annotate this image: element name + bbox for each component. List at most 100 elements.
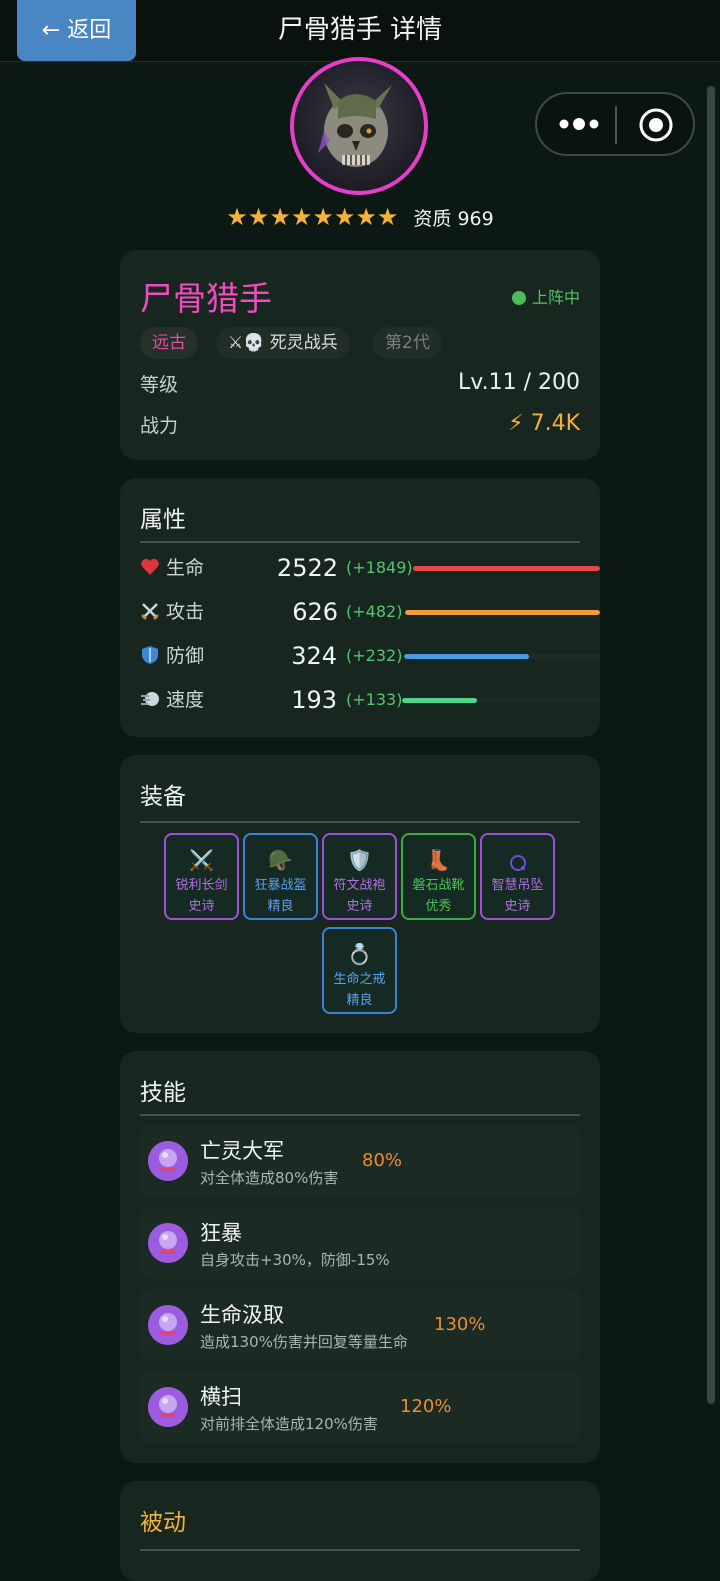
equip-slot-pendant[interactable]: 智慧吊坠 史诗 [480, 833, 555, 920]
attributes-title: 属性 [140, 507, 186, 533]
equip-rarity: 史诗 [346, 899, 373, 914]
attr-name: 防御 [166, 645, 205, 667]
attributes-card: 属性 生命 2522 (+1849) 攻击 626 (+482) 防御 324 … [120, 478, 600, 737]
equip-slot-ring[interactable]: 💍 生命之戒 精良 [322, 927, 397, 1014]
attr-name: 速度 [166, 689, 205, 711]
level-value: Lv.11 / 200 [458, 370, 580, 395]
skill-name: 狂暴 [200, 1221, 242, 1245]
equip-rarity: 精良 [267, 899, 294, 914]
more-icon[interactable] [555, 109, 605, 139]
attr-bonus: (+482) [346, 602, 403, 621]
crystal-ball-icon [148, 1305, 188, 1345]
status-dot [511, 291, 526, 305]
equip-name: 磐石战靴 [412, 878, 465, 893]
skill-item[interactable]: 亡灵大军 对全体造成80%伤害 80% [140, 1125, 580, 1197]
equip-slot-helmet[interactable]: 🪖 狂暴战盔 精良 [243, 833, 318, 920]
attr-bar-fill [405, 610, 600, 615]
capsule-menu [535, 92, 695, 156]
skill-pct: 80% [362, 1150, 403, 1171]
equip-rarity: 史诗 [188, 899, 215, 914]
helmet-icon: 🪖 [268, 848, 293, 872]
skills-title: 技能 [140, 1080, 186, 1106]
skill-item[interactable]: 横扫 对前排全体造成120%伤害 120% [140, 1371, 580, 1443]
hero-avatar [290, 57, 428, 195]
equip-slot-boots[interactable]: 👢 磐石战靴 优秀 [401, 833, 476, 920]
status-text: 上阵中 [531, 288, 580, 307]
attr-row-hp: 生命 2522 (+1849) [140, 553, 600, 583]
level-label: 等级 [140, 374, 179, 396]
crossed-swords-icon [141, 603, 159, 620]
tag-era: 远古 [140, 327, 198, 359]
passive-title: 被动 [140, 1510, 186, 1536]
top-bar: ← 返回 尸骨猎手 详情 [0, 0, 720, 62]
equip-name: 生命之戒 [333, 972, 386, 987]
attr-row-atk: 攻击 626 (+482) [140, 597, 600, 627]
crystal-ball-icon [148, 1223, 188, 1263]
attr-bar-fill [413, 566, 600, 571]
equipment-card: 装备 ⚔️ 锐利长剑 史诗 🪖 狂暴战盔 精良 🛡️ 符文战袍 史诗 👢 磐石战… [120, 755, 600, 1033]
equipment-divider [140, 821, 580, 823]
stars-aptitude-row: ★★★★★★★★ 资质 969 [0, 200, 720, 234]
equip-rarity: 精良 [346, 993, 373, 1008]
passive-card: 被动 [120, 1481, 600, 1581]
star-rating: ★★★★★★★★ [226, 203, 399, 231]
attr-bonus: (+133) [346, 690, 403, 709]
equipment-title: 装备 [140, 784, 186, 810]
attr-value: 324 [291, 642, 337, 670]
skull-icon [318, 83, 392, 167]
power-value: ⚡ 7.4K [508, 411, 580, 436]
equip-rarity: 史诗 [504, 899, 531, 914]
sword-icon: ⚔️ [189, 848, 214, 872]
equip-name: 符文战袍 [333, 878, 386, 893]
tag-generation: 第2代 [373, 327, 442, 359]
skill-desc: 对全体造成80%伤害 [200, 1169, 339, 1187]
passive-divider [140, 1549, 580, 1551]
equip-rarity: 优秀 [425, 899, 452, 914]
attr-bar [402, 698, 600, 703]
hero-name: 尸骨猎手 [140, 279, 272, 318]
skill-pct: 120% [400, 1396, 452, 1417]
skill-item[interactable]: 生命汲取 造成130%伤害并回复等量生命 130% [140, 1289, 580, 1361]
attr-bar-fill [402, 698, 478, 703]
attr-bar [413, 566, 600, 571]
skill-desc: 自身攻击+30%，防御-15% [200, 1251, 390, 1269]
shield-icon [142, 646, 158, 664]
attr-row-spd: 速度 193 (+133) [140, 685, 600, 715]
shield-icon: 🛡️ [347, 848, 372, 872]
boot-icon: 👢 [426, 848, 451, 872]
skill-pct: 130% [434, 1314, 486, 1335]
attributes-divider [140, 541, 580, 543]
pendant-icon [482, 845, 553, 875]
crystal-ball-icon [148, 1141, 188, 1181]
attr-row-def: 防御 324 (+232) [140, 641, 600, 671]
crystal-ball-icon [148, 1387, 188, 1427]
heart-icon [141, 558, 159, 575]
equip-slot-armor[interactable]: 🛡️ 符文战袍 史诗 [322, 833, 397, 920]
skills-card: 技能 亡灵大军 对全体造成80%伤害 80% 狂暴 自身攻击+30%，防御-15… [120, 1051, 600, 1463]
attr-bar [405, 610, 600, 615]
skill-name: 生命汲取 [200, 1303, 284, 1327]
back-button[interactable]: ← 返回 [17, 0, 136, 61]
attr-name: 攻击 [166, 601, 205, 623]
equip-slot-weapon[interactable]: ⚔️ 锐利长剑 史诗 [164, 833, 239, 920]
attr-value: 626 [292, 598, 338, 626]
skill-desc: 造成130%伤害并回复等量生命 [200, 1333, 408, 1351]
equip-name: 狂暴战盔 [254, 878, 307, 893]
close-target-icon[interactable] [637, 106, 675, 144]
attr-bar-fill [404, 654, 530, 659]
deploy-status: 上阵中 [511, 284, 580, 308]
skill-name: 亡灵大军 [200, 1139, 284, 1163]
equip-name: 智慧吊坠 [491, 878, 544, 893]
scrollbar[interactable] [707, 86, 715, 1404]
skill-name: 横扫 [200, 1385, 242, 1409]
skills-divider [140, 1114, 580, 1116]
attr-name: 生命 [166, 557, 205, 579]
attr-bonus: (+232) [346, 646, 403, 665]
attr-bar [404, 654, 600, 659]
skill-desc: 对前排全体造成120%伤害 [200, 1415, 378, 1433]
aptitude-label: 资质 969 [413, 208, 494, 230]
skill-item[interactable]: 狂暴 自身攻击+30%，防御-15% [140, 1207, 580, 1279]
attr-bonus: (+1849) [346, 558, 413, 577]
wind-icon [141, 692, 159, 706]
equip-name: 锐利长剑 [175, 878, 228, 893]
